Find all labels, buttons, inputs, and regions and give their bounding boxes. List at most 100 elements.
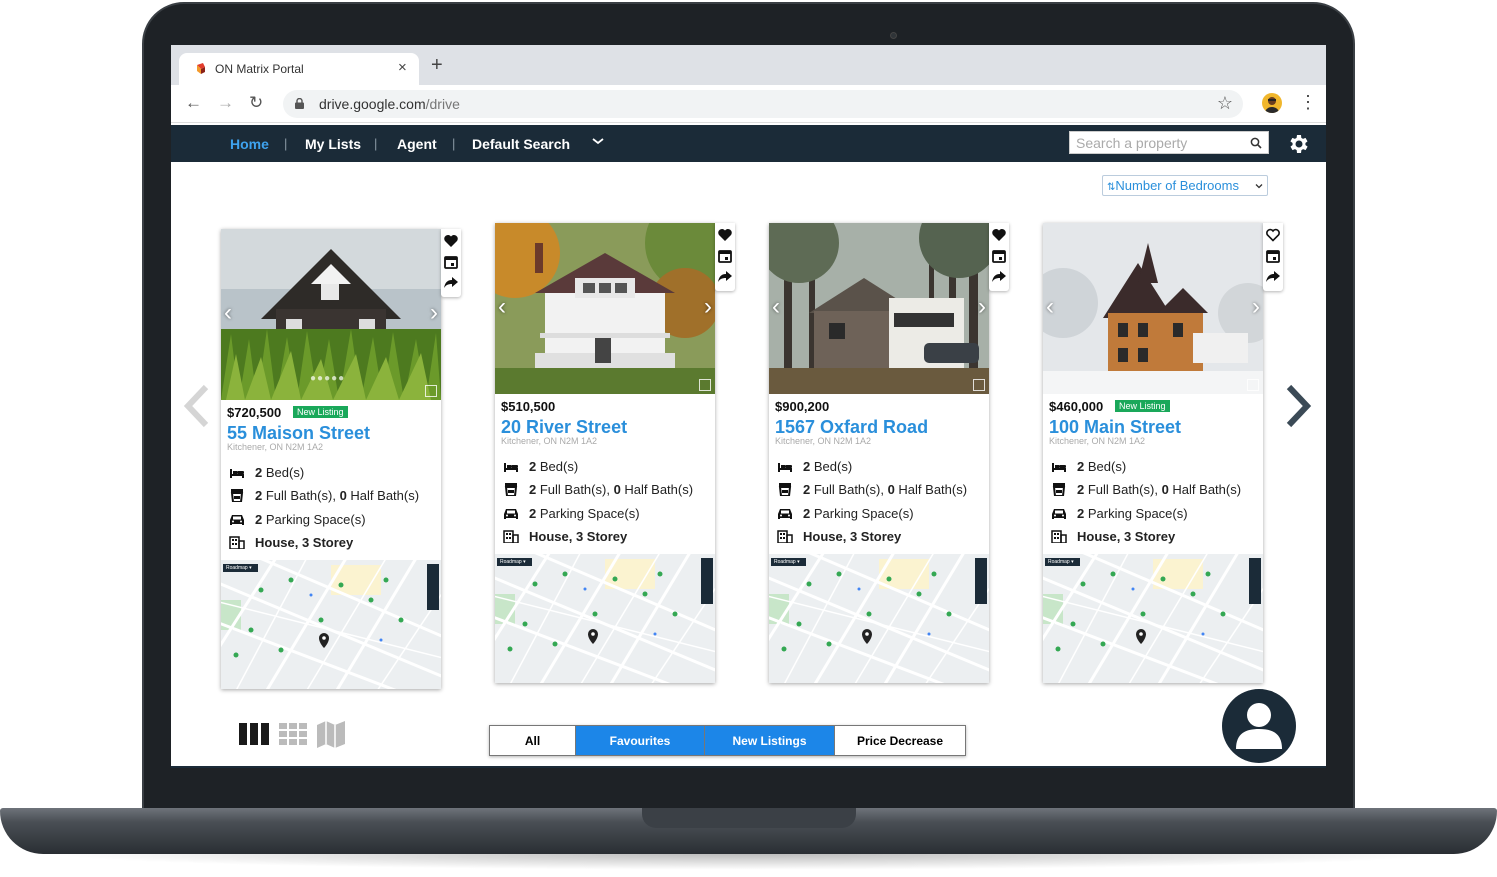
listing-street[interactable]: 100 Main Street (1049, 417, 1181, 438)
forward-icon[interactable]: → (217, 94, 234, 112)
photo-next-icon[interactable]: › (430, 301, 438, 325)
listing-photo[interactable]: ‹ › (1043, 223, 1263, 394)
share-arrow-icon[interactable] (991, 268, 1007, 284)
map-zoom-controls[interactable] (427, 564, 439, 610)
map-zoom-controls[interactable] (1249, 558, 1261, 604)
calendar-icon[interactable] (717, 248, 733, 264)
roadmap-label: Roadmap (500, 559, 522, 565)
browser-menu-icon[interactable]: ⋮ (1299, 92, 1317, 112)
nav-home[interactable]: Home (230, 136, 269, 152)
listing-street[interactable]: 1567 Oxfard Road (775, 417, 928, 438)
parking-count: 2 (1077, 506, 1085, 521)
back-icon[interactable]: ← (185, 94, 202, 112)
car-icon (230, 515, 244, 525)
listing-card[interactable]: ‹ › ●●●●● $720,500 New Listing 55 Maison… (221, 229, 461, 689)
filter-favourites-button[interactable]: Favourites (576, 726, 705, 755)
car-icon (1052, 509, 1066, 519)
nav-separator: | (452, 136, 456, 151)
photo-next-icon[interactable]: › (704, 295, 712, 319)
roadmap-label: Roadmap (226, 565, 248, 571)
listing-card[interactable]: ‹ › $900,200 1567 Oxfard Road Kitchener,… (769, 223, 1009, 683)
agent-avatar-button[interactable] (1222, 689, 1296, 763)
calendar-icon[interactable] (443, 254, 459, 270)
map-zoom-controls[interactable] (701, 558, 713, 604)
property-search-input[interactable] (1070, 132, 1245, 153)
photo-prev-icon[interactable]: ‹ (1046, 295, 1054, 319)
column-view-icon[interactable] (239, 723, 269, 745)
expand-photo-icon[interactable] (1247, 379, 1259, 391)
listing-photo[interactable]: ‹ › (769, 223, 989, 394)
car-icon (778, 509, 792, 519)
listing-card[interactable]: ‹ › $510,500 20 River Street Kitchener, … (495, 223, 735, 683)
beds-row: 2 Bed(s) (229, 465, 304, 480)
calendar-icon[interactable] (1265, 248, 1281, 264)
listing-photo[interactable]: ‹ › ●●●●● (221, 229, 441, 400)
share-arrow-icon[interactable] (717, 268, 733, 284)
matrix-favicon-icon (197, 63, 205, 74)
filter-new-listings-button[interactable]: New Listings (705, 726, 835, 755)
house-photo-2 (495, 223, 715, 394)
full-baths-count: 2 (255, 488, 263, 503)
listing-street[interactable]: 20 River Street (501, 417, 627, 438)
bed-icon (504, 463, 518, 472)
filter-price-decrease-button[interactable]: Price Decrease (835, 726, 965, 755)
listing-card[interactable]: ‹ › $460,000 New Listing 100 Main Street… (1043, 223, 1283, 683)
photo-next-icon[interactable]: › (1252, 295, 1260, 319)
filter-all-button[interactable]: All (490, 726, 576, 755)
new-tab-icon[interactable]: + (431, 55, 443, 75)
listing-map[interactable]: Roadmap ▾ (221, 560, 441, 689)
expand-photo-icon[interactable] (425, 385, 437, 397)
listing-map[interactable]: Roadmap ▾ (1043, 554, 1263, 683)
map-zoom-controls[interactable] (975, 558, 987, 604)
listing-map[interactable]: Roadmap ▾ (495, 554, 715, 683)
carousel-next-arrow-icon[interactable] (1281, 381, 1317, 431)
chevron-down-icon[interactable] (591, 134, 605, 148)
roadmap-toggle[interactable]: Roadmap ▾ (497, 558, 532, 566)
share-arrow-icon[interactable] (1265, 268, 1281, 284)
nav-default-search[interactable]: Default Search (472, 136, 570, 152)
favourite-heart-icon[interactable] (717, 227, 733, 243)
favourite-heart-outline-icon[interactable] (1265, 227, 1281, 243)
favourite-heart-icon[interactable] (991, 227, 1007, 243)
settings-gear-icon[interactable] (1286, 132, 1310, 156)
address-bar: ← → ↻ drive.google.com/drive ☆ ⋮ (171, 85, 1326, 123)
grid-view-icon[interactable] (279, 723, 307, 745)
listing-photo[interactable]: ‹ › (495, 223, 715, 394)
carousel-prev-arrow-icon[interactable] (178, 381, 214, 431)
expand-photo-icon[interactable] (699, 379, 711, 391)
card-actions (715, 223, 735, 291)
full-baths-label: Full Bath(s), (265, 488, 336, 503)
photo-next-icon[interactable]: › (978, 295, 986, 319)
tab-close-icon[interactable]: × (398, 59, 407, 76)
browser-tab[interactable]: ON Matrix Portal × (179, 53, 419, 85)
parking-label: Parking Space(s) (813, 506, 914, 521)
browser-tab-bar: ON Matrix Portal × + (171, 45, 1326, 85)
calendar-icon[interactable] (991, 248, 1007, 264)
sort-dropdown[interactable]: ⇅Number of Bedrooms (1102, 175, 1268, 196)
reload-icon[interactable]: ↻ (249, 94, 263, 112)
roadmap-toggle[interactable]: Roadmap ▾ (1045, 558, 1080, 566)
listing-map[interactable]: Roadmap ▾ (769, 554, 989, 683)
half-baths-count: 0 (1161, 482, 1169, 497)
nav-my-lists[interactable]: My Lists (305, 136, 361, 152)
profile-avatar[interactable] (1262, 93, 1282, 113)
share-arrow-icon[interactable] (443, 274, 459, 290)
map-view-icon[interactable] (317, 721, 345, 748)
roadmap-label: Roadmap (1048, 559, 1070, 565)
nav-agent[interactable]: Agent (397, 136, 437, 152)
favourite-heart-icon[interactable] (443, 233, 459, 249)
bookmark-star-icon[interactable]: ☆ (1217, 93, 1233, 114)
photo-prev-icon[interactable]: ‹ (224, 301, 232, 325)
expand-photo-icon[interactable] (973, 379, 985, 391)
photo-prev-icon[interactable]: ‹ (772, 295, 780, 319)
listing-street[interactable]: 55 Maison Street (227, 423, 370, 444)
roadmap-toggle[interactable]: Roadmap ▾ (771, 558, 806, 566)
roadmap-toggle[interactable]: Roadmap ▾ (223, 564, 258, 572)
photo-prev-icon[interactable]: ‹ (498, 295, 506, 319)
listing-price: $460,000 (1049, 399, 1104, 414)
parking-row: 2 Parking Space(s) (503, 506, 640, 521)
parking-count: 2 (803, 506, 811, 521)
baths-row: 2 Full Bath(s), 0 Half Bath(s) (229, 488, 419, 503)
omnibox[interactable]: drive.google.com/drive ☆ (283, 90, 1243, 118)
search-icon[interactable] (1250, 137, 1262, 149)
